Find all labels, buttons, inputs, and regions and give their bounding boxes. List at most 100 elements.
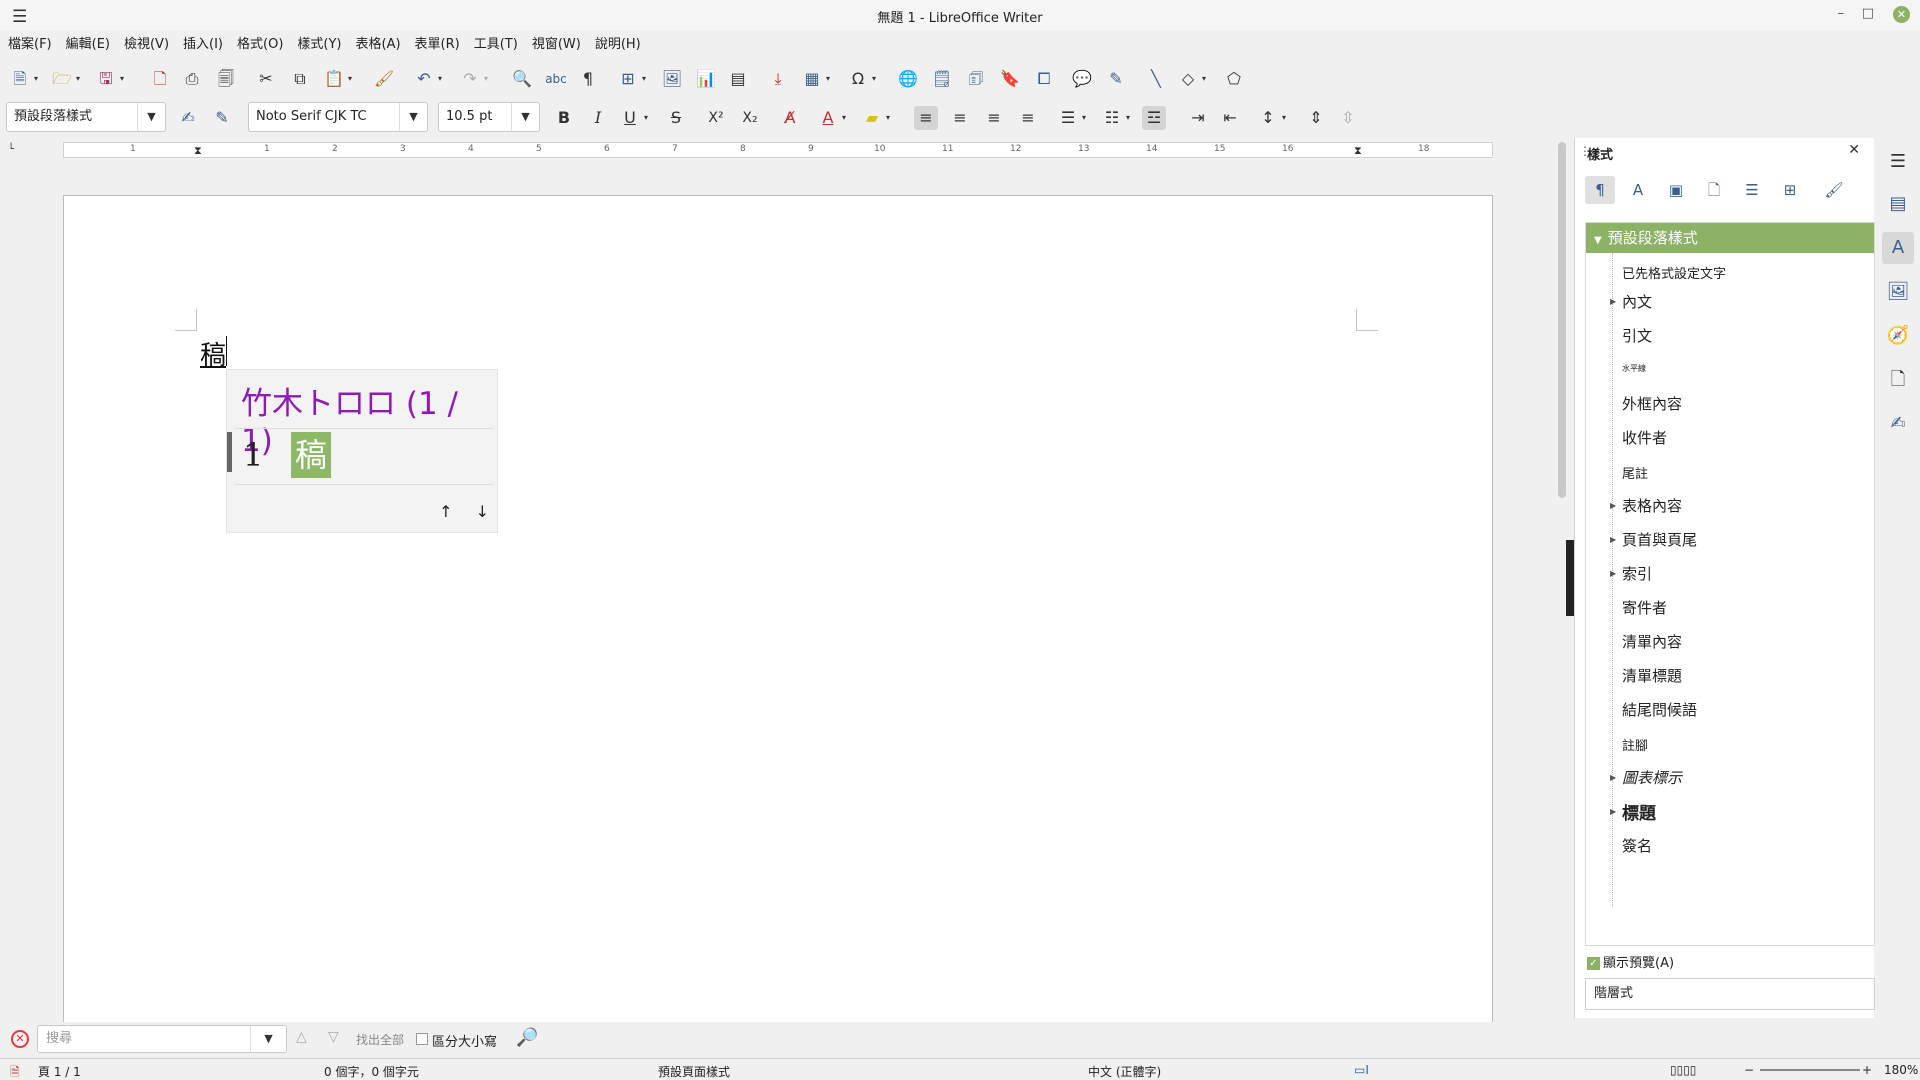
superscript-icon[interactable]: X² <box>704 106 728 130</box>
document-text[interactable]: 稿 <box>200 335 226 372</box>
increase-indent-icon[interactable]: ⇥ <box>1186 106 1210 130</box>
table-dropdown-icon[interactable]: ▾ <box>638 68 650 90</box>
formatting-marks-icon[interactable]: ¶ <box>576 68 600 90</box>
gallery-tab-icon[interactable]: 🖼 <box>1882 276 1914 308</box>
underline-dropdown-icon[interactable]: ▾ <box>640 106 652 130</box>
list-styles-icon[interactable]: ☰ <box>1737 176 1767 204</box>
menu-format[interactable]: 格式(O) <box>237 32 283 58</box>
decrease-paragraph-spacing-icon[interactable]: ⇳ <box>1336 106 1360 130</box>
expander-icon[interactable]: ▶ <box>1610 569 1616 578</box>
underline-icon[interactable]: U <box>618 106 642 130</box>
styles-list[interactable]: ▼ 預設段落樣式 已先格式設定文字 ▶ 內文 引文 水平線 外框內容 收件者 尾註… <box>1585 222 1875 946</box>
style-item[interactable]: 內文 <box>1622 291 1652 312</box>
chevron-down-icon[interactable]: ▼ <box>250 1026 286 1052</box>
print-icon[interactable]: ⎙ <box>180 68 204 90</box>
expander-icon[interactable]: ▶ <box>1610 807 1616 816</box>
menu-window[interactable]: 視窗(W) <box>532 32 581 58</box>
close-find-bar-icon[interactable]: ✕ <box>11 1030 29 1048</box>
style-item[interactable]: 清單內容 <box>1622 631 1682 652</box>
expander-icon[interactable]: ▶ <box>1610 773 1616 782</box>
expander-icon[interactable]: ▶ <box>1610 501 1616 510</box>
shapes-dropdown-icon[interactable]: ▾ <box>1198 68 1210 90</box>
find-replace-icon[interactable]: 🔎 <box>516 1027 538 1048</box>
document-page[interactable] <box>63 195 1493 1025</box>
style-item[interactable]: 水平線 <box>1622 363 1646 374</box>
close-window-button[interactable]: ✕ <box>1893 6 1910 23</box>
chevron-down-icon[interactable]: ▼ <box>137 103 165 131</box>
align-right-icon[interactable]: ≡ <box>982 106 1006 130</box>
search-input[interactable]: 搜尋 ▼ <box>37 1025 287 1053</box>
left-indent-marker-icon[interactable]: ⧗ <box>194 144 202 158</box>
align-center-icon[interactable]: ≡ <box>948 106 972 130</box>
word-count[interactable]: 0 個字，0 個字元 <box>324 1063 419 1080</box>
font-size-combo[interactable]: 10.5 pt ▼ <box>438 102 540 132</box>
find-previous-icon[interactable]: △ <box>296 1029 307 1045</box>
insert-textbox-icon[interactable]: ▤ <box>726 68 750 90</box>
insert-footnote-icon[interactable]: 🗒 <box>930 68 954 90</box>
style-item[interactable]: 尾註 <box>1622 463 1648 482</box>
maximize-button[interactable]: □ <box>1862 6 1874 21</box>
align-left-icon[interactable]: ≡ <box>914 106 938 130</box>
ordered-list-icon[interactable]: ☷ <box>1100 106 1124 130</box>
style-item[interactable]: 頁首與頁尾 <box>1622 529 1697 550</box>
track-changes-icon[interactable]: ✎ <box>1104 68 1128 90</box>
basic-shapes-icon[interactable]: ◇ <box>1176 68 1200 90</box>
field-dropdown-icon[interactable]: ▾ <box>822 68 834 90</box>
menu-file[interactable]: 檔案(F) <box>8 32 52 58</box>
document-modified-icon[interactable]: 🗎 <box>10 1063 20 1080</box>
line-spacing-icon[interactable]: ↕ <box>1256 106 1280 130</box>
paragraph-style-combo[interactable]: 預設段落樣式 ▼ <box>6 102 166 132</box>
highlight-color-icon[interactable]: ▰ <box>860 106 884 130</box>
page-style[interactable]: 預設頁面樣式 <box>658 1063 730 1080</box>
table-styles-icon[interactable]: ⊞ <box>1775 176 1805 204</box>
insert-hyperlink-icon[interactable]: 🌐 <box>896 68 920 90</box>
outline-format-icon[interactable]: ☲ <box>1142 106 1166 130</box>
paragraph-styles-icon[interactable]: ¶ <box>1585 176 1615 204</box>
open-folder-icon[interactable]: 🗁 <box>50 68 74 90</box>
insert-page-break-icon[interactable]: ⤓ <box>766 68 790 90</box>
new-dropdown-icon[interactable]: ▾ <box>30 68 42 90</box>
page-styles-icon[interactable]: 🗋 <box>1699 176 1729 204</box>
page-tab-icon[interactable]: 🗋 <box>1882 364 1914 396</box>
expander-icon[interactable]: ▶ <box>1610 297 1616 306</box>
insert-line-icon[interactable]: ╲ <box>1144 68 1168 90</box>
bold-icon[interactable]: B <box>552 106 576 130</box>
style-item[interactable]: 引文 <box>1622 325 1652 346</box>
root-style-item[interactable]: ▼ 預設段落樣式 <box>1586 223 1874 253</box>
menu-styles[interactable]: 樣式(Y) <box>297 32 341 58</box>
subscript-icon[interactable]: X₂ <box>738 106 762 130</box>
page-number[interactable]: 頁 1 / 1 <box>38 1063 81 1080</box>
undo-icon[interactable]: ↶ <box>412 68 436 90</box>
unordered-list-icon[interactable]: ☰ <box>1056 106 1080 130</box>
increase-paragraph-spacing-icon[interactable]: ⇕ <box>1304 106 1328 130</box>
spelling-icon[interactable]: abc <box>544 68 568 90</box>
open-dropdown-icon[interactable]: ▾ <box>72 68 84 90</box>
font-color-dropdown-icon[interactable]: ▾ <box>838 106 850 130</box>
menu-form[interactable]: 表單(R) <box>415 32 460 58</box>
tab-stop-type-icon[interactable]: └ <box>8 144 14 155</box>
cut-icon[interactable]: ✂ <box>254 68 278 90</box>
selection-mode-icon[interactable]: ▭I <box>1354 1063 1369 1077</box>
match-case-checkbox[interactable] <box>416 1033 428 1045</box>
style-item[interactable]: 清單標題 <box>1622 665 1682 686</box>
style-item[interactable]: 外框內容 <box>1622 393 1682 414</box>
expander-open-icon[interactable]: ▼ <box>1594 235 1602 246</box>
find-all-button[interactable]: 找出全部 <box>356 1031 404 1048</box>
font-name-combo[interactable]: Noto Serif CJK TC ▼ <box>248 102 428 132</box>
vertical-scrollbar[interactable] <box>1558 142 1566 498</box>
copy-icon[interactable]: ⧉ <box>288 68 312 90</box>
menu-tools[interactable]: 工具(T) <box>474 32 518 58</box>
style-item[interactable]: 標題 <box>1622 799 1656 824</box>
new-document-icon[interactable]: 🗎 <box>8 68 32 90</box>
ordered-list-dropdown-icon[interactable]: ▾ <box>1122 106 1134 130</box>
minimize-button[interactable]: – <box>1838 6 1845 21</box>
style-inspector-tab-icon[interactable]: ✍ <box>1882 408 1914 440</box>
draw-functions-icon[interactable]: ⬠ <box>1222 68 1246 90</box>
menu-table[interactable]: 表格(A) <box>356 32 401 58</box>
arrow-down-icon[interactable]: ↓ <box>476 502 489 521</box>
menu-insert[interactable]: 插入(I) <box>183 32 223 58</box>
clone-formatting-icon[interactable]: 🖌 <box>372 68 396 90</box>
style-item[interactable]: 索引 <box>1622 563 1652 584</box>
update-style-icon[interactable]: ✍ <box>176 106 200 130</box>
line-spacing-dropdown-icon[interactable]: ▾ <box>1278 106 1290 130</box>
